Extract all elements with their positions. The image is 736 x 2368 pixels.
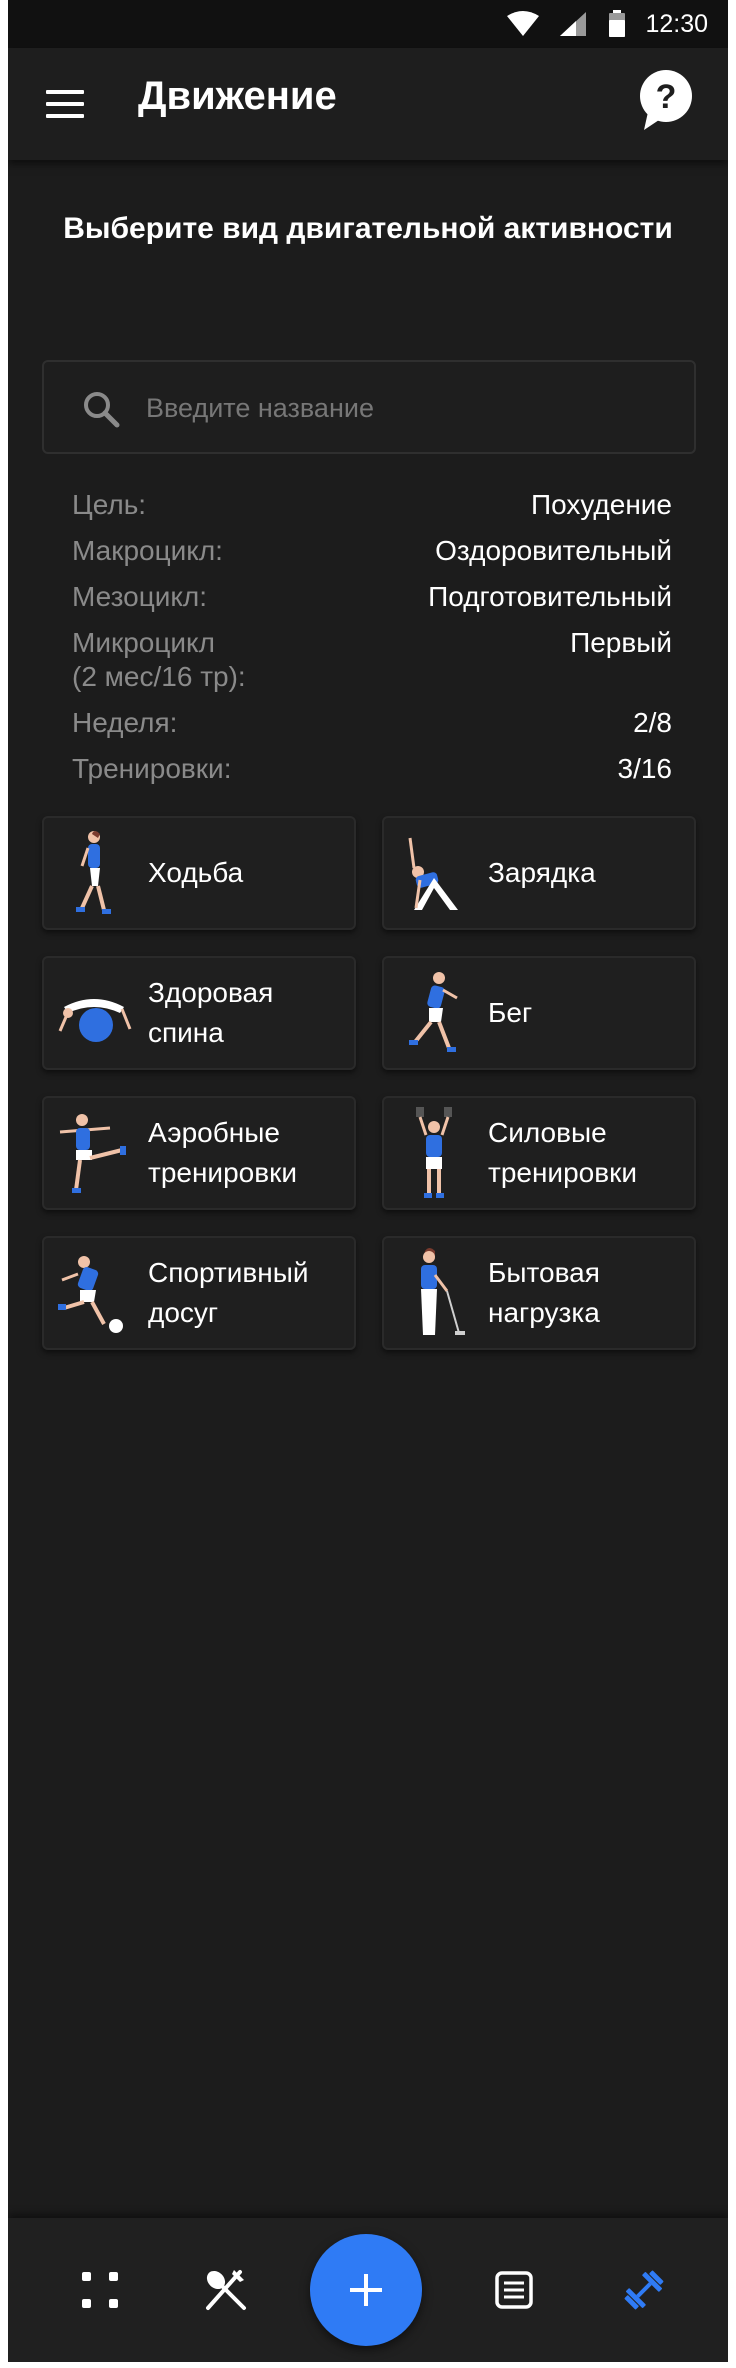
svg-text:?: ? (656, 78, 677, 116)
info-value: Похудение (530, 489, 672, 520)
page-title: Движение (138, 74, 337, 118)
activity-sport-leisure[interactable]: Спортивный досуг (42, 1236, 356, 1350)
program-info: Цель: Похудение Макроцикл: Оздоровительн… (72, 488, 672, 798)
signal-icon (560, 12, 586, 36)
search-icon (84, 392, 120, 428)
info-label: Тренировки: (72, 753, 232, 784)
running-figure-icon (409, 972, 458, 1052)
football-figure-icon (58, 1256, 123, 1333)
walking-figure-icon (76, 831, 111, 914)
dumbbells-figure-icon (416, 1107, 452, 1198)
food-spoon-fork-icon (206, 2270, 246, 2310)
nav-activity[interactable] (614, 2262, 674, 2318)
bottom-navigation (8, 2218, 728, 2362)
activity-label: Силовые тренировки (488, 1117, 637, 1188)
nav-food[interactable] (196, 2262, 256, 2318)
notes-list-icon (495, 2271, 533, 2309)
activity-walking[interactable]: Ходьба (42, 816, 356, 930)
hamburger-menu-icon[interactable] (46, 86, 86, 122)
activity-label: Здоровая спина (148, 977, 274, 1048)
activity-healthy-back[interactable]: Здоровая спина (42, 956, 356, 1070)
info-row-macrocycle: Макроцикл: Оздоровительный (72, 534, 672, 568)
add-plus-icon (350, 2274, 382, 2306)
battery-icon (609, 10, 625, 37)
info-value: Подготовительный (428, 581, 672, 612)
vacuum-figure-icon (421, 1248, 465, 1335)
info-label: Макроцикл: (72, 535, 223, 566)
add-button[interactable] (310, 2234, 422, 2346)
status-bar: 12:30 (8, 0, 728, 48)
info-row-goal: Цель: Похудение (72, 488, 672, 522)
search-input[interactable] (146, 384, 666, 432)
activity-household[interactable]: Бытовая нагрузка (382, 1236, 696, 1350)
activity-aerobics[interactable]: Аэробные тренировки (42, 1096, 356, 1210)
dumbbell-icon (624, 2270, 664, 2310)
wifi-icon (507, 11, 539, 36)
activity-label: Бытовая нагрузка (488, 1257, 600, 1328)
activity-grid: Ходьба Зарядка Здоровая спина Бег Аэробн… (42, 816, 702, 1350)
activity-label: Бег (488, 997, 533, 1028)
activity-running[interactable]: Бег (382, 956, 696, 1070)
aerobics-figure-icon (59, 1114, 126, 1193)
stretching-figure-icon (408, 837, 458, 910)
info-value: 3/16 (617, 753, 673, 784)
activity-exercise[interactable]: Зарядка (382, 816, 696, 930)
info-row-mesocycle: Мезоцикл: Подготовительный (72, 580, 672, 614)
search-box[interactable] (42, 360, 696, 454)
status-time: 12:30 (645, 10, 708, 38)
info-value: Оздоровительный (435, 535, 672, 566)
activity-label: Ходьба (148, 857, 244, 888)
info-row-workouts: Тренировки: 3/16 (72, 752, 672, 786)
info-value: Первый (570, 627, 672, 658)
info-label: Неделя: (72, 707, 178, 738)
info-row-week: Неделя: 2/8 (72, 706, 672, 740)
activity-label: Спортивный досуг (148, 1257, 309, 1328)
help-question-icon[interactable]: ? (638, 68, 694, 132)
section-subtitle: Выберите вид двигательной активности (63, 212, 673, 245)
nav-notes[interactable] (484, 2262, 544, 2318)
info-value: 2/8 (633, 707, 672, 738)
info-label: Цель: (72, 489, 147, 520)
nav-dashboard[interactable] (70, 2262, 130, 2318)
app-bar: Движение ? (8, 48, 728, 160)
fitball-figure-icon (58, 999, 132, 1042)
info-label: Микроцикл (2 мес/16 тр): (72, 627, 246, 692)
dashboard-dots-icon (82, 2272, 118, 2308)
info-label: Мезоцикл: (72, 581, 208, 612)
activity-strength[interactable]: Силовые тренировки (382, 1096, 696, 1210)
info-row-microcycle: Микроцикл (2 мес/16 тр): Первый (72, 626, 672, 694)
phone-screen: 12:30 Движение ? Выберите вид двигательн… (8, 0, 728, 2362)
activity-label: Аэробные тренировки (148, 1117, 297, 1188)
activity-label: Зарядка (488, 857, 596, 888)
